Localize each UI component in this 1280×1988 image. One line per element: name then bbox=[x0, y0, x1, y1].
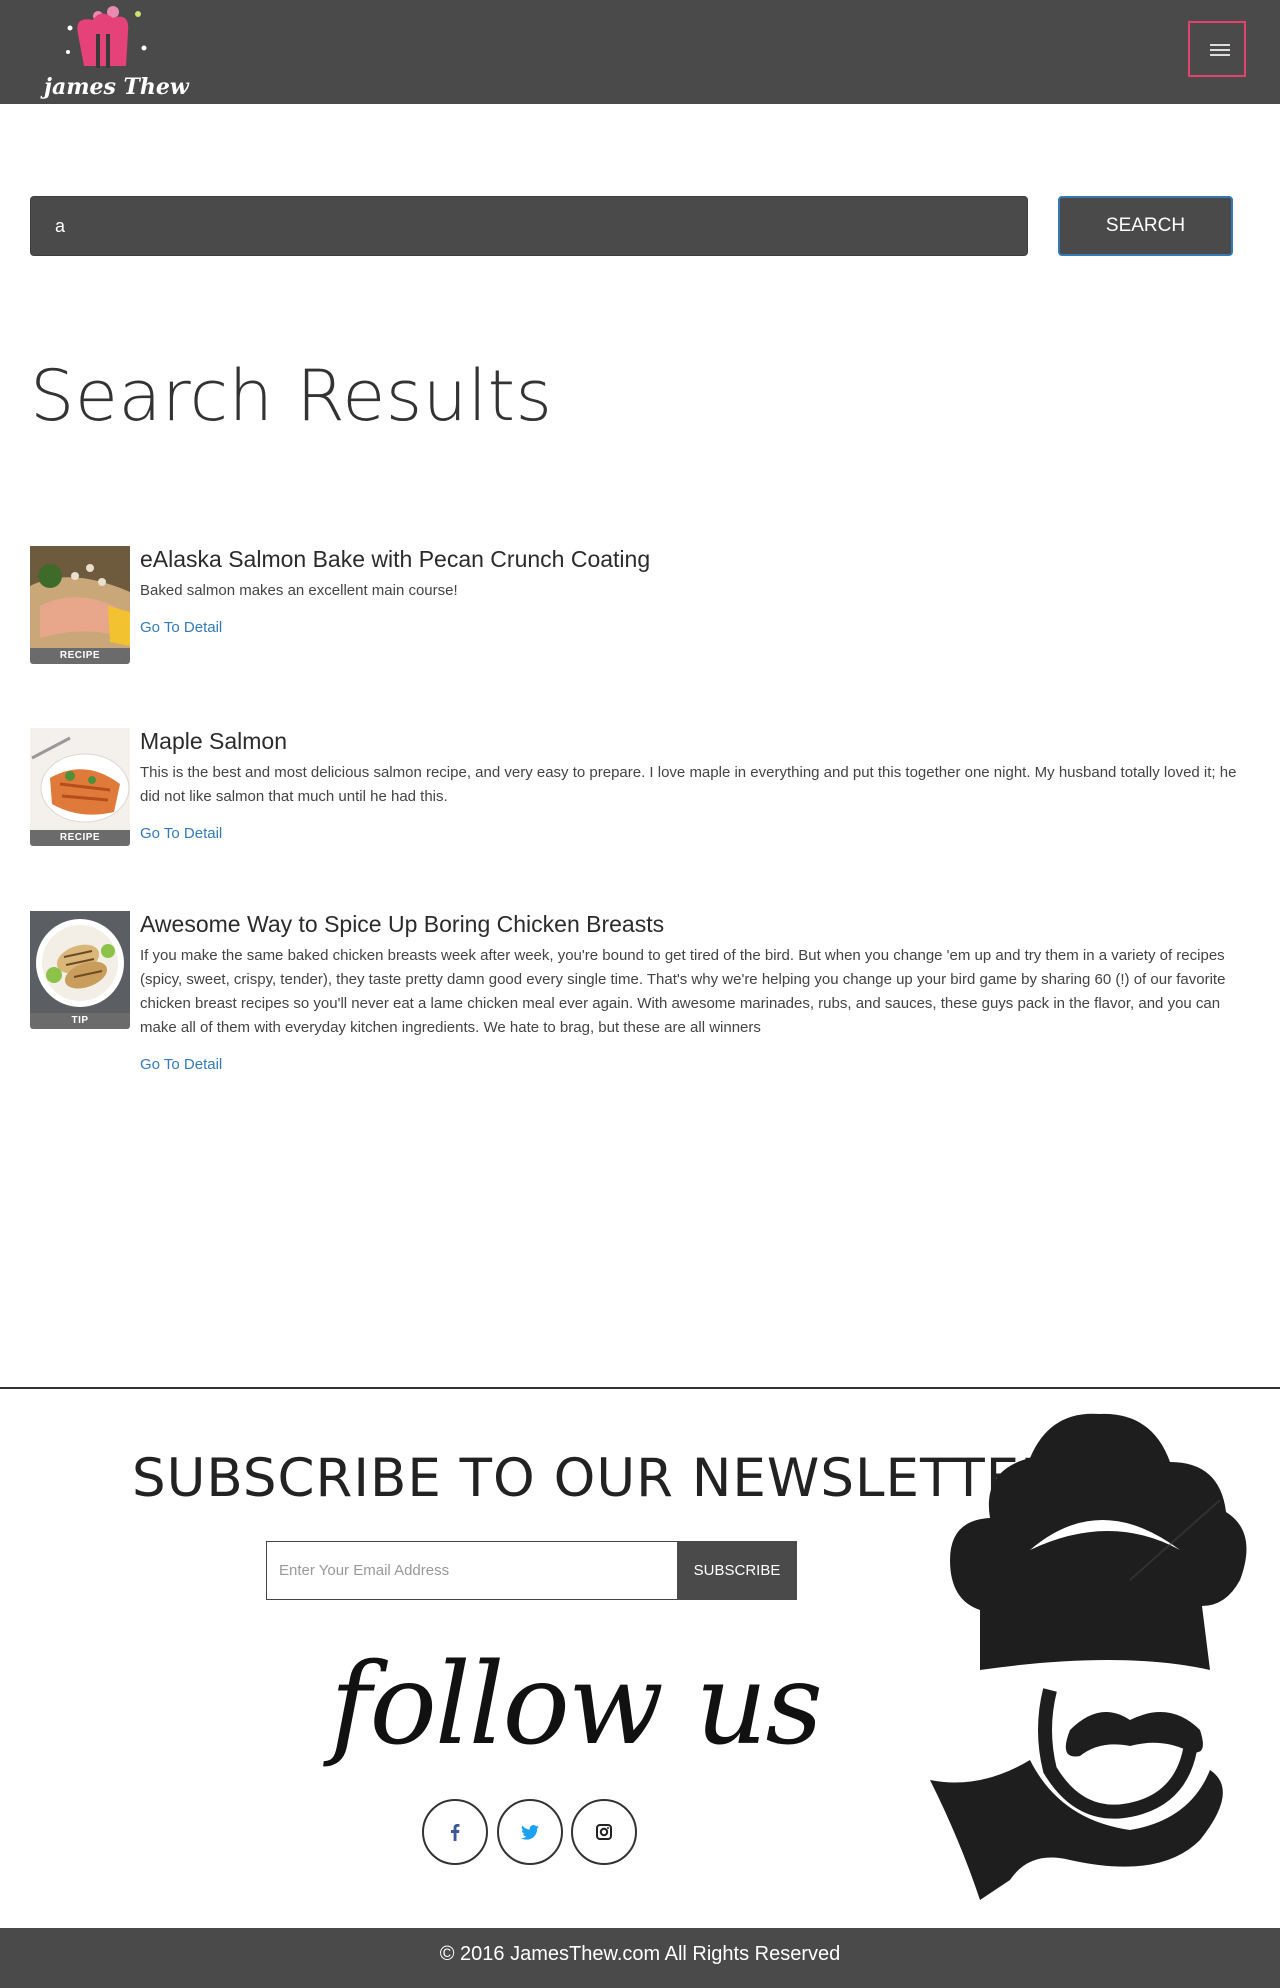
twitter-icon bbox=[521, 1824, 539, 1840]
search-button[interactable]: SEARCH bbox=[1058, 196, 1233, 256]
result-description: If you make the same baked chicken breas… bbox=[140, 947, 1226, 1036]
go-to-detail-link[interactable]: Go To Detail bbox=[140, 825, 222, 842]
hamburger-icon-bar bbox=[1210, 54, 1230, 56]
menu-toggle-button[interactable] bbox=[1188, 21, 1246, 77]
result-title[interactable]: Awesome Way to Spice Up Boring Chicken B… bbox=[140, 911, 664, 938]
hamburger-icon bbox=[1210, 44, 1230, 46]
newsletter-title: SUBSCRIBE TO OUR NEWSLETTER bbox=[132, 1448, 1059, 1509]
result-thumbnail[interactable]: RECIPE bbox=[30, 728, 130, 846]
go-to-detail-link[interactable]: Go To Detail bbox=[140, 619, 222, 636]
facebook-button[interactable] bbox=[422, 1799, 488, 1865]
subscribe-button[interactable]: SUBSCRIBE bbox=[677, 1541, 797, 1600]
follow-us-heading: follow us bbox=[330, 1640, 823, 1770]
result-title[interactable]: eAlaska Salmon Bake with Pecan Crunch Co… bbox=[140, 546, 650, 573]
hamburger-icon-bar bbox=[1210, 49, 1230, 51]
chicken-breast-image bbox=[30, 911, 130, 1013]
list-item: TIP Awesome Way to Spice Up Boring Chick… bbox=[30, 911, 1240, 1081]
result-title[interactable]: Maple Salmon bbox=[140, 728, 287, 755]
result-thumbnail[interactable]: TIP bbox=[30, 911, 130, 1029]
instagram-button[interactable] bbox=[571, 1799, 637, 1865]
maple-salmon-image bbox=[30, 728, 130, 830]
logo-text: james Thew bbox=[44, 74, 189, 100]
footer-divider bbox=[0, 1387, 1280, 1389]
result-badge: RECIPE bbox=[30, 648, 130, 664]
instagram-icon bbox=[596, 1824, 612, 1840]
result-badge: RECIPE bbox=[30, 830, 130, 846]
facebook-icon bbox=[451, 1824, 460, 1841]
email-field[interactable] bbox=[266, 1541, 678, 1600]
result-thumbnail[interactable]: RECIPE bbox=[30, 546, 130, 664]
twitter-button[interactable] bbox=[497, 1799, 563, 1865]
copyright-bar: © 2016 JamesThew.com All Rights Reserved bbox=[0, 1928, 1280, 1988]
salmon-bake-image bbox=[30, 546, 130, 648]
list-item: RECIPE Maple Salmon This is the best and… bbox=[30, 728, 1240, 848]
result-description: This is the best and most delicious salm… bbox=[140, 764, 1237, 805]
list-item: RECIPE eAlaska Salmon Bake with Pecan Cr… bbox=[30, 546, 1240, 666]
result-description: Baked salmon makes an excellent main cou… bbox=[140, 582, 458, 599]
result-badge: TIP bbox=[30, 1013, 130, 1029]
top-navbar: james Thew bbox=[0, 0, 1280, 104]
go-to-detail-link[interactable]: Go To Detail bbox=[140, 1056, 222, 1073]
chef-illustration-icon bbox=[930, 1413, 1247, 1900]
search-input[interactable] bbox=[30, 196, 1028, 256]
page-title: Search Results bbox=[30, 355, 553, 437]
